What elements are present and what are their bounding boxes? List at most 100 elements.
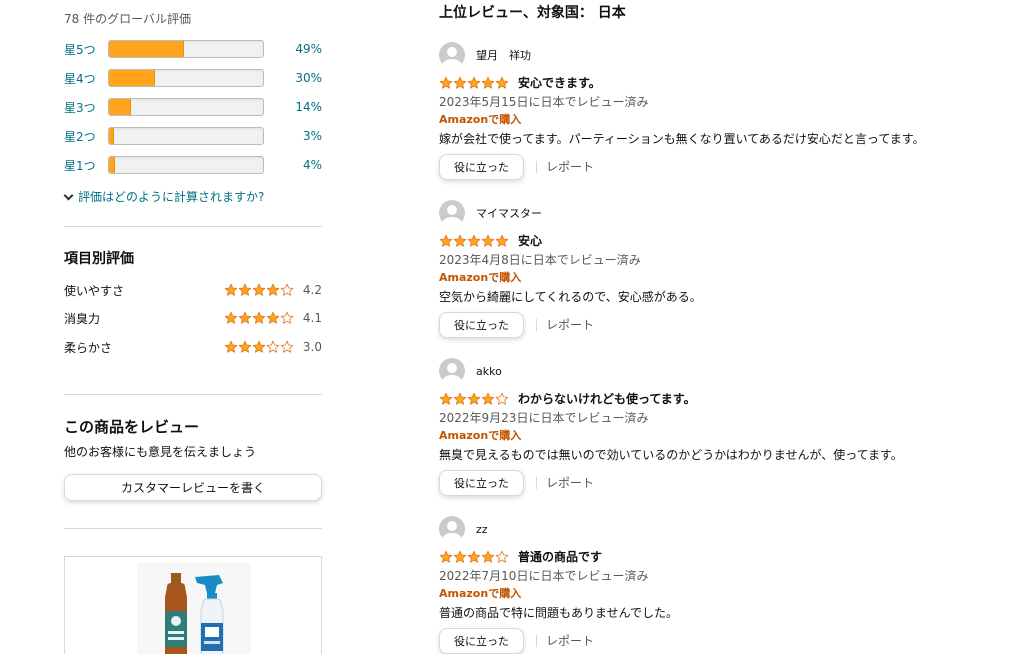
how-ratings-calculated-link[interactable]: 評価はどのように計算されますか?	[63, 188, 264, 205]
avatar[interactable]	[439, 358, 465, 384]
review-stars[interactable]	[439, 391, 509, 405]
verified-purchase-badge: Amazonで購入	[439, 429, 522, 442]
feature-rating-row: 使いやすさ 4.2	[64, 281, 322, 299]
histogram-row-2[interactable]: 星2つ 3%	[64, 127, 322, 145]
histogram-label[interactable]: 星4つ	[64, 70, 108, 87]
histogram-fill	[109, 41, 185, 57]
feature-name: 消臭力	[64, 311, 101, 326]
reviewer-name[interactable]: マイマスター	[476, 205, 542, 221]
helpful-button[interactable]: 役に立った	[439, 470, 524, 496]
review-title[interactable]: 安心できます。	[518, 74, 601, 91]
how-calculated-text[interactable]: 評価はどのように計算されますか?	[78, 188, 264, 205]
star-icon	[481, 549, 495, 563]
star-icon	[280, 311, 294, 325]
histogram-bar[interactable]	[108, 40, 264, 58]
feature-rating-row: 柔らかさ 3.0	[64, 338, 322, 356]
star-icon	[280, 340, 294, 354]
star-icon	[238, 311, 252, 325]
histogram-row-1[interactable]: 星1つ 4%	[64, 156, 322, 174]
histogram-percent[interactable]: 49%	[282, 42, 322, 56]
review-body: 普通の商品で特に問題もありませんでした。	[439, 606, 679, 620]
review-card: マイマスター 安心 2023年4月8日に日本でレビュー済み Amazonで購入 …	[439, 200, 999, 350]
histogram-label[interactable]: 星3つ	[64, 99, 108, 116]
report-link[interactable]: レポート	[546, 316, 594, 333]
star-icon	[495, 549, 509, 563]
helpful-button[interactable]: 役に立った	[439, 312, 524, 338]
separator	[536, 319, 537, 331]
separator	[536, 477, 537, 489]
report-link[interactable]: レポート	[546, 474, 594, 491]
product-image[interactable]	[137, 563, 251, 654]
histogram-row-4[interactable]: 星4つ 30%	[64, 69, 322, 87]
histogram-bar[interactable]	[108, 69, 264, 87]
reviewer-name[interactable]: 望月 祥功	[476, 47, 531, 63]
reviewer-profile[interactable]: zz	[439, 516, 488, 542]
reviewer-name[interactable]: zz	[476, 523, 488, 536]
divider	[64, 528, 322, 529]
review-stars[interactable]	[439, 75, 509, 89]
product-ad-card[interactable]	[64, 556, 322, 654]
star-icon	[467, 391, 481, 405]
review-body: 無臭で見えるものでは無いので効いているのかどうかはわかりませんが、使ってます。	[439, 448, 903, 462]
histogram-label[interactable]: 星1つ	[64, 157, 108, 174]
write-review-subtitle: 他のお客様にも意見を伝えましょう	[64, 445, 257, 459]
review-body: 嫁が会社で使ってます。パーティーションも無くなり置いてあるだけ安心だと言ってます…	[439, 132, 925, 146]
star-icon	[439, 391, 453, 405]
histogram-label[interactable]: 星5つ	[64, 41, 108, 58]
chevron-down-icon	[63, 190, 74, 200]
review-date: 2023年5月15日に日本でレビュー済み	[439, 95, 649, 109]
report-link[interactable]: レポート	[546, 632, 594, 649]
review-rating-line: 安心	[439, 232, 542, 248]
review-stars[interactable]	[439, 233, 509, 247]
feature-rating-value: 4.2	[302, 283, 322, 297]
review-stars[interactable]	[439, 549, 509, 563]
star-icon	[467, 233, 481, 247]
avatar[interactable]	[439, 200, 465, 226]
verified-purchase-badge: Amazonで購入	[439, 113, 522, 126]
star-icon	[439, 549, 453, 563]
histogram-row-5[interactable]: 星5つ 49%	[64, 40, 322, 58]
review-title[interactable]: わからないけれども使ってます。	[518, 390, 696, 407]
histogram-percent[interactable]: 30%	[282, 71, 322, 85]
star-icon	[266, 311, 280, 325]
star-icon	[252, 340, 266, 354]
feature-rating-value: 3.0	[302, 340, 322, 354]
reviewer-profile[interactable]: 望月 祥功	[439, 42, 531, 68]
star-icon	[266, 283, 280, 297]
histogram-bar[interactable]	[108, 98, 264, 116]
star-icon	[439, 75, 453, 89]
avatar[interactable]	[439, 516, 465, 542]
histogram-label[interactable]: 星2つ	[64, 128, 108, 145]
global-rating-count: 78 件のグローバル評価	[64, 12, 191, 26]
report-link[interactable]: レポート	[546, 158, 594, 175]
star-icon	[467, 549, 481, 563]
review-title[interactable]: 普通の商品です	[518, 548, 602, 565]
star-icon	[495, 391, 509, 405]
histogram-percent[interactable]: 3%	[282, 129, 322, 143]
star-icon	[453, 233, 467, 247]
star-icon	[495, 75, 509, 89]
review-title[interactable]: 安心	[518, 232, 542, 249]
histogram-percent[interactable]: 14%	[282, 100, 322, 114]
avatar[interactable]	[439, 42, 465, 68]
star-icon	[238, 340, 252, 354]
review-rating-line: わからないけれども使ってます。	[439, 390, 696, 406]
histogram-bar[interactable]	[108, 127, 264, 145]
star-icon	[224, 340, 238, 354]
star-icon	[252, 283, 266, 297]
histogram-bar[interactable]	[108, 156, 264, 174]
reviewer-profile[interactable]: akko	[439, 358, 502, 384]
feature-stars	[224, 311, 294, 325]
write-review-button[interactable]: カスタマーレビューを書く	[64, 474, 322, 501]
histogram-row-3[interactable]: 星3つ 14%	[64, 98, 322, 116]
histogram-fill	[109, 157, 116, 173]
star-icon	[481, 233, 495, 247]
reviewer-profile[interactable]: マイマスター	[439, 200, 542, 226]
helpful-button[interactable]: 役に立った	[439, 628, 524, 654]
review-body: 空気から綺麗にしてくれるので、安心感がある。	[439, 290, 702, 304]
divider	[64, 394, 322, 395]
helpful-button[interactable]: 役に立った	[439, 154, 524, 180]
reviewer-name[interactable]: akko	[476, 365, 502, 378]
histogram-percent[interactable]: 4%	[282, 158, 322, 172]
review-date: 2023年4月8日に日本でレビュー済み	[439, 253, 641, 267]
